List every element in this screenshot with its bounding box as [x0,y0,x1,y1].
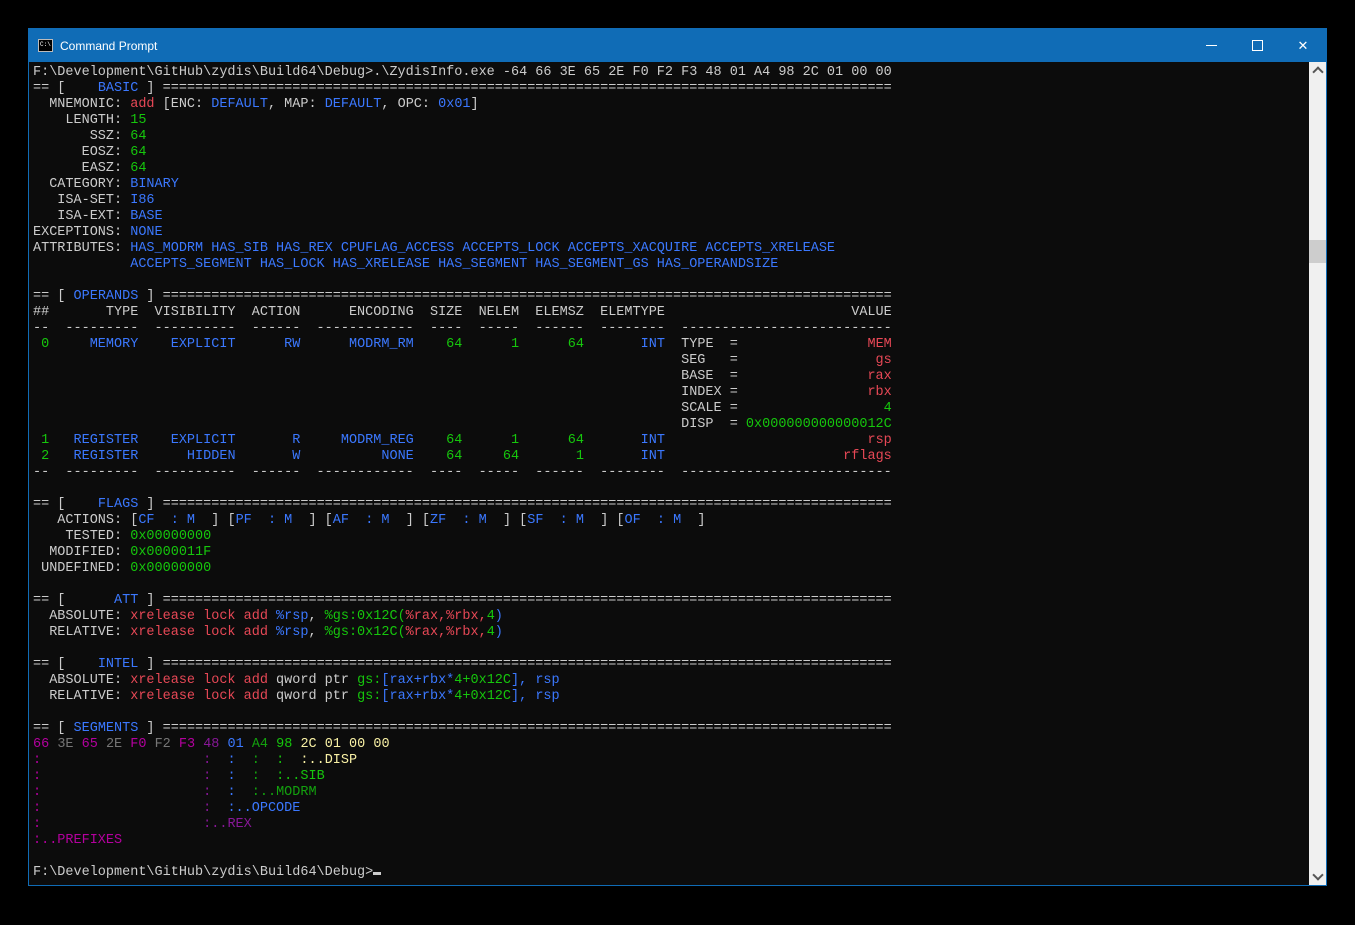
command-prompt-window: C:\ Command Prompt ✕ F:\Development\GitH… [28,28,1327,886]
console-line: 2 REGISTER HIDDEN W NONE 64 64 1 INT rfl… [33,449,1309,465]
console-line: EXCEPTIONS: NONE [33,225,1309,241]
console-line [33,577,1309,593]
console-line: RELATIVE: xrelease lock add %rsp, %gs:0x… [33,625,1309,641]
console-line: EOSZ: 64 [33,145,1309,161]
chevron-up-icon [1312,66,1323,77]
window-controls: ✕ [1188,29,1326,62]
console-line: :..PREFIXES [33,833,1309,849]
console-line: ACCEPTS_SEGMENT HAS_LOCK HAS_XRELEASE HA… [33,257,1309,273]
chevron-down-icon [1312,869,1323,880]
console-line: == [ INTEL ] ===========================… [33,657,1309,673]
maximize-icon [1252,40,1263,51]
console-line: : : : :..MODRM [33,785,1309,801]
console-line: ABSOLUTE: xrelease lock add %rsp, %gs:0x… [33,609,1309,625]
console-line: 0 MEMORY EXPLICIT RW MODRM_RM 64 1 64 IN… [33,337,1309,353]
console-line [33,273,1309,289]
console-line: UNDEFINED: 0x00000000 [33,561,1309,577]
scrollbar-down-arrow[interactable] [1309,868,1326,885]
console-line: SEG = gs [33,353,1309,369]
console-line: : :..REX [33,817,1309,833]
console-line: == [ OPERANDS ] ========================… [33,289,1309,305]
console-body: F:\Development\GitHub\zydis\Build64\Debu… [29,62,1326,885]
console-line: MNEMONIC: add [ENC: DEFAULT, MAP: DEFAUL… [33,97,1309,113]
scrollbar-track[interactable] [1309,79,1326,868]
console-line: DISP = 0x000000000000012C [33,417,1309,433]
console-line: -- --------- ---------- ------ ---------… [33,465,1309,481]
console-line: SCALE = 4 [33,401,1309,417]
svg-text:C:\: C:\ [40,41,51,48]
minimize-icon [1206,45,1217,46]
console-line: : : :..OPCODE [33,801,1309,817]
console-line: INDEX = rbx [33,385,1309,401]
window-title: Command Prompt [60,39,1188,53]
console-line: ACTIONS: [CF : M ] [PF : M ] [AF : M ] [… [33,513,1309,529]
console-line: EASZ: 64 [33,161,1309,177]
console-line: MODIFIED: 0x0000011F [33,545,1309,561]
console-line: -- --------- ---------- ------ ---------… [33,321,1309,337]
console-line: RELATIVE: xrelease lock add qword ptr gs… [33,689,1309,705]
console-line: ISA-SET: I86 [33,193,1309,209]
cmd-icon: C:\ [38,39,53,52]
titlebar[interactable]: C:\ Command Prompt ✕ [29,29,1326,62]
console-line [33,481,1309,497]
console-line: CATEGORY: BINARY [33,177,1309,193]
console-line: : : : : :..SIB [33,769,1309,785]
text-cursor [373,872,381,875]
console-line: F:\Development\GitHub\zydis\Build64\Debu… [33,865,1309,881]
scrollbar-up-arrow[interactable] [1309,62,1326,79]
console-line: == [ BASIC ] ===========================… [33,81,1309,97]
console-line: ## TYPE VISIBILITY ACTION ENCODING SIZE … [33,305,1309,321]
console-line: == [ ATT ] =============================… [33,593,1309,609]
console-line: ABSOLUTE: xrelease lock add qword ptr gs… [33,673,1309,689]
console-line: ATTRIBUTES: HAS_MODRM HAS_SIB HAS_REX CP… [33,241,1309,257]
console-line [33,705,1309,721]
console-line [33,641,1309,657]
console-line: 1 REGISTER EXPLICIT R MODRM_REG 64 1 64 … [33,433,1309,449]
console-line: == [ FLAGS ] ===========================… [33,497,1309,513]
console-line: 66 3E 65 2E F0 F2 F3 48 01 A4 98 2C 01 0… [33,737,1309,753]
console-line: == [ SEGMENTS ] ========================… [33,721,1309,737]
close-icon: ✕ [1298,39,1309,52]
scrollbar[interactable] [1309,62,1326,885]
maximize-button[interactable] [1234,29,1280,62]
console-line: F:\Development\GitHub\zydis\Build64\Debu… [33,65,1309,81]
console-line: ISA-EXT: BASE [33,209,1309,225]
close-button[interactable]: ✕ [1280,29,1326,62]
console-line: : : : : : :..DISP [33,753,1309,769]
console-output: F:\Development\GitHub\zydis\Build64\Debu… [29,62,1309,885]
console-line: TESTED: 0x00000000 [33,529,1309,545]
scrollbar-thumb[interactable] [1309,240,1326,263]
console-line: SSZ: 64 [33,129,1309,145]
console-line: LENGTH: 15 [33,113,1309,129]
console-line: BASE = rax [33,369,1309,385]
minimize-button[interactable] [1188,29,1234,62]
console-line [33,849,1309,865]
